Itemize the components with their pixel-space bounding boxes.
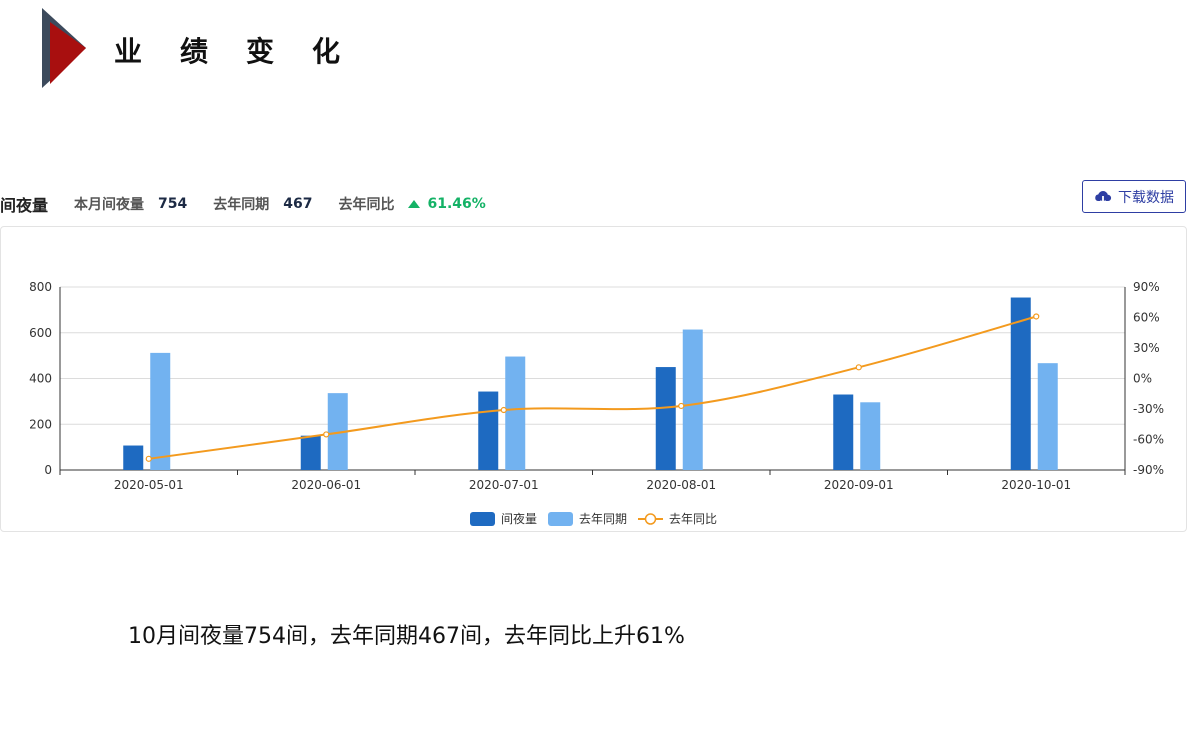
summary-text: 10月间夜量754间，去年同期467间，去年同比上升61%	[128, 624, 685, 649]
y-right-tick-label: 90%	[1133, 280, 1160, 294]
bar-current	[123, 445, 144, 470]
cloud-download-icon	[1095, 190, 1112, 205]
y-right-tick-label: 0%	[1133, 372, 1152, 386]
yoy-ratio-point	[678, 402, 685, 410]
legend-label-ratio: 去年同比	[669, 512, 717, 526]
bar-last-year	[682, 329, 703, 470]
legend-swatch-ratio-point	[644, 513, 657, 525]
bar-current	[655, 367, 676, 470]
x-tick-label: 2020-08-01	[646, 478, 716, 492]
y-left-tick-label: 800	[29, 280, 52, 294]
yoy-ratio-point	[855, 364, 862, 371]
yoy-value: 61.46%	[427, 196, 486, 212]
legend-swatch-current	[470, 512, 495, 526]
last-year-label: 去年同期	[213, 197, 270, 213]
last-year-value: 467	[283, 196, 313, 212]
yoy-ratio-point	[500, 406, 507, 414]
y-right-tick-label: -90%	[1133, 463, 1164, 477]
y-right-tick-label: 60%	[1133, 311, 1160, 325]
bar-current	[833, 394, 854, 470]
x-tick-label: 2020-09-01	[824, 478, 894, 492]
y-left-tick-label: 600	[29, 326, 52, 340]
x-tick-label: 2020-06-01	[291, 478, 361, 492]
title-logo-mark	[42, 8, 88, 88]
legend-swatch-last-year	[548, 512, 573, 526]
x-tick-label: 2020-05-01	[114, 478, 184, 492]
bar-current	[478, 391, 499, 470]
yoy-ratio-line	[148, 315, 1037, 460]
y-right-tick-label: -30%	[1133, 402, 1164, 416]
bar-last-year	[860, 402, 881, 470]
yoy-ratio-point	[1033, 313, 1040, 320]
stats-title: 间夜量	[0, 196, 49, 215]
yoy-label: 去年同比	[338, 197, 395, 213]
y-left-tick-label: 0	[44, 463, 52, 477]
bar-last-year	[505, 356, 526, 470]
current-month-label: 本月间夜量	[74, 197, 145, 213]
bar-last-year	[150, 352, 171, 470]
combo-chart: 0 200 400 600 800 -90% -60% -30% 0% 30% 60% 90% 2020…	[29, 280, 1164, 526]
page-title: 业绩变化	[114, 35, 379, 68]
arrow-up-icon	[408, 200, 421, 208]
y-left-tick-label: 200	[29, 417, 52, 431]
x-tick-label: 2020-07-01	[469, 478, 539, 492]
legend-label-current: 间夜量	[501, 511, 537, 526]
yoy-ratio-point	[145, 455, 152, 462]
yoy-indicator: 61.46%	[408, 196, 486, 212]
legend-label-last-year: 去年同期	[579, 512, 627, 526]
bar-last-year	[1037, 363, 1058, 470]
y-right-tick-label: 30%	[1133, 341, 1160, 355]
x-tick-label: 2020-10-01	[1001, 478, 1071, 492]
download-button-label: 下载数据	[1118, 189, 1174, 206]
current-month-value: 754	[158, 196, 188, 212]
yoy-ratio-point	[323, 431, 330, 438]
y-left-tick-label: 400	[29, 372, 52, 386]
stats-bar: 间夜量 本月间夜量 754 去年同期 467 去年同比 61.46%	[0, 192, 486, 216]
bar-current	[300, 435, 321, 470]
download-data-button[interactable]: 下载数据	[1082, 180, 1186, 213]
y-right-tick-label: -60%	[1133, 433, 1164, 447]
